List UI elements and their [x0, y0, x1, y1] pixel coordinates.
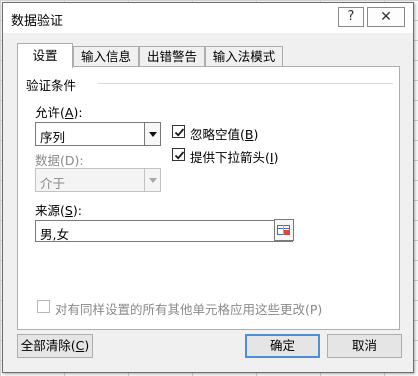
help-button[interactable]: ?: [338, 7, 364, 27]
data-validation-dialog: 数据验证 ? ✕ 设置 输入信息 出错警告 输入法模式 验证条件 允许(A): …: [2, 2, 414, 373]
close-button[interactable]: ✕: [367, 7, 405, 27]
tab-settings[interactable]: 设置: [17, 43, 73, 68]
tab-strip: 设置 输入信息 出错警告 输入法模式: [3, 43, 413, 68]
ignore-blank-checkbox[interactable]: [172, 125, 185, 138]
chevron-down-icon: [144, 169, 160, 191]
in-cell-dropdown-checkbox[interactable]: [172, 148, 185, 161]
chevron-down-icon[interactable]: [144, 123, 160, 145]
dialog-title: 数据验证: [11, 14, 64, 29]
validation-criteria-heading: 验证条件: [26, 78, 77, 93]
tab-ime-mode-label: 输入法模式: [212, 49, 276, 64]
data-select: 介于: [35, 168, 161, 192]
tab-settings-label: 设置: [32, 48, 58, 63]
tab-input-message[interactable]: 输入信息: [73, 46, 139, 67]
source-input[interactable]: 男,女: [35, 220, 293, 242]
allow-select[interactable]: 序列: [35, 122, 161, 146]
tab-error-alert[interactable]: 出错警告: [139, 46, 205, 67]
source-input-value: 男,女: [40, 227, 69, 242]
ok-button[interactable]: 确定: [245, 334, 320, 358]
close-icon: ✕: [380, 9, 392, 25]
allow-select-value: 序列: [40, 130, 66, 145]
clear-all-button[interactable]: 全部清除(C): [17, 334, 93, 358]
data-label: 数据(D):: [35, 153, 84, 168]
in-cell-dropdown-label[interactable]: 提供下拉箭头(I): [190, 147, 278, 166]
settings-panel: 验证条件 允许(A): 序列 忽略空值(B) 提供下拉箭头(I) 数据(D): …: [17, 66, 400, 330]
source-label: 来源(S):: [35, 203, 82, 218]
title-bar: 数据验证 ? ✕: [3, 3, 413, 33]
data-select-value: 介于: [40, 176, 66, 191]
tab-error-alert-label: 出错警告: [146, 49, 197, 64]
ignore-blank-label[interactable]: 忽略空值(B): [190, 124, 258, 143]
checkmark-icon: [174, 151, 185, 160]
checkmark-icon: [174, 128, 185, 137]
tab-ime-mode[interactable]: 输入法模式: [205, 46, 283, 67]
range-select-button[interactable]: [274, 219, 294, 241]
apply-all-checkbox: [37, 300, 50, 313]
tab-input-message-label: 输入信息: [80, 49, 131, 64]
help-icon: ?: [347, 9, 355, 24]
allow-label: 允许(A):: [35, 105, 83, 120]
apply-all-label: 对有同样设置的所有其他单元格应用这些更改(P): [55, 302, 323, 317]
cancel-button[interactable]: 取消: [327, 334, 402, 358]
group-divider: [98, 83, 393, 84]
range-select-icon: [277, 225, 290, 235]
